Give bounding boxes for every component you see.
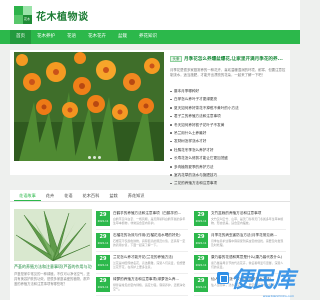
article-desc: 石榴花不仅颜色鲜艳，具有很高的观赏价值，还具有一定的药用价值，下面一起来了解一下… (113, 239, 186, 248)
nav-item-potted[interactable]: 盆栽 (112, 30, 133, 44)
featured-description: 月季花是很多家庭常养的一种花卉，喜欢温暖湿润的环境，耐寒，但要注意控制浇水，适当… (170, 68, 286, 77)
date-year-month: 2022-11 (97, 242, 109, 245)
tab-knowledge[interactable]: 养花知识 (123, 190, 150, 201)
tab-encyclopedia[interactable]: 花木百科 (78, 190, 105, 201)
feature-article-image[interactable] (14, 209, 92, 261)
list-item[interactable]: 长寿花怎么修剪才能让它更加茂盛 (170, 154, 286, 162)
date-year-month: 2022-11 (97, 286, 109, 289)
article-title[interactable]: 绿萝的养殖方法和注意事项(绿萝怎么养... (113, 277, 188, 282)
date-day: 29 (99, 256, 107, 262)
date-badge: 29 2022-11 (96, 277, 110, 292)
article-column-left: 29 2022-11 白鹤芋的养殖方法和注意事项（白鹤芋的... 白鹤芋又叫白掌… (96, 208, 188, 296)
date-year-month: 2022-11 (195, 220, 207, 223)
date-year-month: 2022-11 (195, 264, 207, 267)
article-item[interactable]: 29 2022-11 月季花的病虫害防治方法(月季花常见病... 月季在养护过程… (194, 230, 286, 252)
article-title[interactable]: 兰花怎么养才能开花(兰花的养殖方法) (113, 255, 188, 260)
date-badge: 29 2022-11 (96, 211, 110, 226)
date-year-month: 2022-11 (195, 286, 207, 289)
date-day: 29 (99, 212, 107, 218)
article-title[interactable]: 石榴花的功效与作用(石榴花泡水喝的好处) (113, 233, 188, 238)
list-item[interactable]: 发财树怎样浇水才好 (170, 137, 286, 145)
date-badge: 29 2022-11 (96, 255, 110, 270)
watermark-text: 便民库 (230, 268, 295, 293)
page: 花木 花木植物谈 首页 花木养护 花语 花木花卉 盆栽 养花知识 头条 月季花怎… (0, 0, 300, 300)
site-logo[interactable]: 花木 (14, 6, 32, 24)
category-tabs: 花语故事 花卉 花语 花木百科 盆栽 养花知识 (10, 190, 290, 202)
carousel-dots[interactable] (88, 156, 101, 159)
tab-flower-language[interactable]: 花语 (59, 190, 77, 201)
nav-item-flower-language[interactable]: 花语 (61, 30, 82, 44)
article-desc: 文竹又叫云竹、山草，是天门冬科天门冬属多年生草本植物，形态优美，适合室内摆放。 (211, 217, 284, 226)
article-item[interactable]: 29 2022-11 文竹盆栽的养殖方法和注意事项 文竹又叫云竹、山草，是天门冬… (194, 208, 286, 230)
date-badge: 29 2022-11 (194, 233, 208, 248)
tab-flowers[interactable]: 花卉 (41, 190, 59, 201)
date-day: 29 (197, 234, 205, 240)
watermark-url: www.bianminku.com (262, 294, 294, 298)
list-item[interactable]: 吊兰用什么土养最好 (170, 129, 286, 137)
date-day: 29 (197, 256, 205, 262)
date-day: 29 (197, 278, 205, 284)
date-day: 29 (99, 234, 107, 240)
hero-carousel-image[interactable] (14, 52, 164, 161)
featured-headline-text[interactable]: 月季花怎么养爆盆爆花,让家里开满月季花的养... (184, 56, 283, 62)
article-title[interactable]: 康乃馨的花语和寓意是什么(康乃馨代表什么) (211, 255, 286, 260)
site-header: 花木 花木植物谈 (0, 0, 300, 30)
list-item[interactable]: 杜鹃花冬季怎么养护才好 (170, 146, 286, 154)
date-badge: 29 2022-11 (194, 211, 208, 226)
feature-article-card[interactable]: 芦荟的养殖方法和注意事项(芦荟的作用与功效) 芦荟是家中常见的一种绿植，不仅可以… (14, 209, 92, 296)
date-day: 29 (99, 278, 107, 284)
date-badge: 29 2022-11 (194, 255, 208, 270)
list-item[interactable]: 室内花草的浇水与施肥技巧 (170, 171, 286, 179)
nav-item-care[interactable]: 花木养护 (31, 30, 61, 44)
tab-potted[interactable]: 盆栽 (104, 190, 122, 201)
tab-stories[interactable]: 花语故事 (14, 190, 41, 201)
article-title[interactable]: 文竹盆栽的养殖方法和注意事项 (211, 211, 286, 216)
article-desc: 月季在养护过程中容易受到病虫害的侵扰，需要及时发现及时处理。 (211, 239, 284, 248)
logo-label: 花木 (24, 17, 31, 21)
list-item[interactable]: 藤本月季哪种好 (170, 87, 286, 95)
nav-item-flowers[interactable]: 花木花卉 (82, 30, 112, 44)
list-item[interactable]: 夏天如何养好茶花不掉苞不黄叶的小方法 (170, 104, 286, 112)
watermark-logo-icon (216, 272, 229, 284)
date-badge: 29 2022-11 (96, 233, 110, 248)
article-item[interactable]: 29 2022-11 白鹤芋的养殖方法和注意事项（白鹤芋的... 白鹤芋又叫白掌… (96, 208, 188, 230)
featured-headline[interactable]: 头条 月季花怎么养爆盆爆花,让家里开满月季花的养... (170, 54, 286, 64)
article-desc: 白鹤芋又叫白掌、一帆风顺，是天南星科白鹤芋属的多年生草本植物，非常适合室内养护。 (113, 217, 186, 226)
site-title[interactable]: 花木植物谈 (36, 8, 89, 23)
hero-sidebar: 头条 月季花怎么养爆盆爆花,让家里开满月季花的养... 月季花是很多家庭常养的一… (170, 54, 286, 188)
hero-section: 头条 月季花怎么养爆盆爆花,让家里开满月季花的养... 月季花是很多家庭常养的一… (10, 50, 290, 185)
article-desc: 兰花是中国传统名花，高洁典雅，深受人们喜爱，但想要兰花开花，在养护上要多注意。 (113, 261, 186, 270)
article-title[interactable]: 月季花的病虫害防治方法(月季花常见病... (211, 233, 286, 238)
feature-article-title[interactable]: 芦荟的养殖方法和注意事项(芦荟的作用与功效) (14, 264, 92, 270)
article-item[interactable]: 29 2022-11 石榴花的功效与作用(石榴花泡水喝的好处) 石榴花不仅颜色鲜… (96, 230, 188, 252)
list-item[interactable]: 君子兰的养殖方法和注意事项 (170, 112, 286, 120)
article-title[interactable]: 白鹤芋的养殖方法和注意事项（白鹤芋的... (113, 211, 188, 216)
main-nav: 首页 花木养护 花语 花木花卉 盆栽 养花知识 (0, 30, 300, 44)
list-item[interactable]: 冬天如何养好栀子花叶子不发黄 (170, 121, 286, 129)
headline-badge: 头条 (170, 56, 182, 62)
article-item[interactable]: 29 2022-11 兰花怎么养才能开花(兰花的养殖方法) 兰花是中国传统名花，… (96, 252, 188, 274)
date-year-month: 2022-11 (97, 264, 109, 267)
nav-item-home[interactable]: 首页 (10, 30, 31, 44)
article-desc: 绿萝是常见的室内绿植，适应力强，容易养护，还能净化空气。 (113, 283, 186, 292)
article-item[interactable]: 29 2022-11 绿萝的养殖方法和注意事项(绿萝怎么养... 绿萝是常见的室… (96, 274, 188, 296)
watermark: 便民库 (216, 262, 295, 294)
date-badge: 29 2022-11 (194, 277, 208, 292)
date-day: 29 (197, 212, 205, 218)
date-year-month: 2022-11 (195, 242, 207, 245)
nav-item-knowledge[interactable]: 养花知识 (133, 30, 163, 44)
list-item[interactable]: 多肉植物夏季的养护方法 (170, 163, 286, 171)
list-item[interactable]: 兰花的养殖方法和注意事项 (170, 179, 286, 187)
feature-article-desc: 芦荟是家中常见的一种绿植，不仅可以净化空气，还具有美容护肤的功效，是很多家庭喜爱… (14, 272, 90, 286)
list-item[interactable]: 白掌怎么养叶子才更绿更亮 (170, 95, 286, 103)
date-year-month: 2022-11 (97, 220, 109, 223)
hot-article-list: 藤本月季哪种好 白掌怎么养叶子才更绿更亮 夏天如何养好茶花不掉苞不黄叶的小方法 … (170, 87, 286, 188)
